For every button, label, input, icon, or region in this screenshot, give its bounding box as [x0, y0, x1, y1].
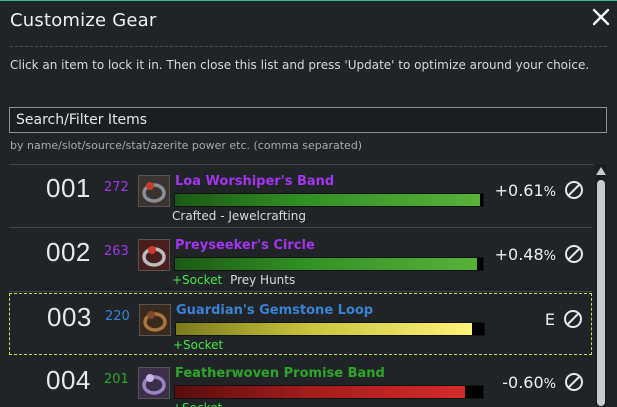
- search-input[interactable]: [9, 107, 607, 133]
- score-bar-fill: [175, 386, 465, 398]
- delta-unit: %: [543, 185, 556, 200]
- instructions-text: Click an item to lock it in. Then close …: [10, 58, 590, 72]
- delta-value: +0.48: [494, 245, 544, 264]
- item-delta: E: [545, 310, 555, 329]
- item-rank: 004: [46, 365, 91, 395]
- title-divider: [10, 46, 607, 47]
- item-name: Guardian's Gemstone Loop: [176, 303, 374, 318]
- score-bar: [174, 193, 484, 207]
- delta-unit: %: [543, 249, 556, 264]
- exclude-icon[interactable]: [564, 180, 584, 200]
- scrollbar-thumb[interactable]: [597, 180, 605, 406]
- item-details: Crafted - Jewelcrafting: [172, 209, 306, 223]
- list-scrollbar[interactable]: [595, 164, 607, 406]
- socket-label: +Socket: [172, 273, 223, 287]
- delta-value: E: [544, 310, 555, 329]
- exclude-icon[interactable]: [564, 244, 584, 264]
- item-level: 220: [105, 309, 130, 324]
- item-details: +Socket: [173, 338, 227, 352]
- item-rank: 002: [46, 237, 91, 267]
- list-item[interactable]: 003 220 Guardian's Gemstone Loop +Socket…: [9, 293, 592, 355]
- list-item[interactable]: 002 263 Preyseeker's Circle +Socket Prey…: [9, 229, 592, 292]
- score-bar-fill: [175, 258, 477, 270]
- item-name: Preyseeker's Circle: [175, 238, 315, 253]
- dialog-title: Customize Gear: [10, 10, 157, 31]
- search-hint: by name/slot/source/stat/azerite power e…: [10, 139, 363, 152]
- item-delta: +0.61%: [495, 181, 556, 200]
- close-icon[interactable]: [590, 6, 612, 28]
- score-bar: [175, 322, 485, 336]
- ring-icon: [138, 239, 170, 271]
- delta-value: -0.60: [502, 373, 544, 392]
- exclude-icon[interactable]: [563, 309, 583, 329]
- exclude-icon[interactable]: [564, 372, 584, 392]
- item-rank: 001: [46, 173, 91, 203]
- ring-icon: [139, 304, 171, 336]
- item-details: +Socket Prey Hunts: [172, 273, 295, 287]
- score-bar-fill: [176, 323, 472, 335]
- ring-icon: [138, 367, 170, 399]
- item-level: 272: [104, 180, 129, 195]
- item-level: 263: [104, 244, 129, 259]
- item-name: Loa Worshiper's Band: [175, 174, 335, 189]
- item-delta: +0.48%: [495, 245, 556, 264]
- score-bar: [174, 257, 484, 271]
- gear-list: 001 272 Loa Worshiper's Band Crafted - J…: [9, 164, 594, 407]
- item-details: +Socket: [172, 401, 226, 407]
- list-item[interactable]: 004 201 Featherwoven Promise Band +Socke…: [9, 357, 592, 407]
- scroll-up-icon[interactable]: [595, 166, 607, 176]
- item-delta: -0.60%: [502, 373, 556, 392]
- window-top-accent: [0, 0, 617, 1]
- score-bar: [174, 385, 484, 399]
- socket-label: +Socket: [172, 401, 222, 407]
- delta-value: +0.61: [494, 181, 544, 200]
- socket-label: +Socket: [173, 338, 224, 352]
- ring-icon: [138, 175, 170, 207]
- item-name: Featherwoven Promise Band: [175, 366, 385, 381]
- delta-unit: %: [543, 377, 556, 392]
- item-level: 201: [104, 372, 129, 387]
- score-bar-fill: [175, 194, 480, 206]
- item-source: Crafted - Jewelcrafting: [172, 209, 306, 223]
- item-source: Prey Hunts: [230, 273, 296, 287]
- item-rank: 003: [47, 302, 92, 332]
- list-item[interactable]: 001 272 Loa Worshiper's Band Crafted - J…: [9, 165, 592, 228]
